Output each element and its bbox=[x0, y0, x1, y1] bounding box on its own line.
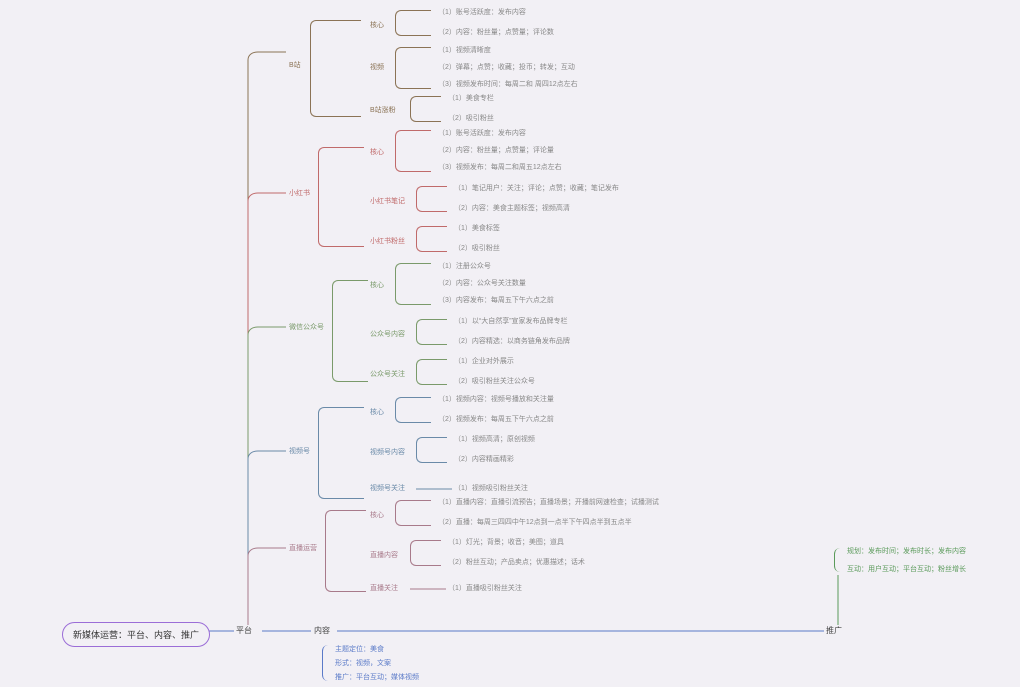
mindmap-canvas: { "root": "新媒体运营：平台、内容、推广", "platform": … bbox=[0, 0, 1020, 687]
node-sph-content[interactable]: 视频号内容 bbox=[370, 447, 405, 457]
leaf: （1）视频清晰度 bbox=[438, 45, 491, 55]
leaf: （2）内容精画精彩 bbox=[454, 454, 514, 464]
node-sph-follow[interactable]: 视频号关注 bbox=[370, 483, 405, 493]
node-xhs[interactable]: 小红书 bbox=[289, 188, 310, 198]
leaf: （1）直播吸引粉丝关注 bbox=[448, 583, 522, 593]
brace bbox=[834, 548, 845, 572]
leaf: （2）吸引粉丝 bbox=[448, 113, 494, 123]
node-bili[interactable]: B站 bbox=[289, 60, 301, 70]
leaf: （1）注册公众号 bbox=[438, 261, 491, 271]
node-wx[interactable]: 微信公众号 bbox=[289, 322, 324, 332]
node-content[interactable]: 内容 bbox=[314, 625, 330, 636]
node-platform[interactable]: 平台 bbox=[236, 625, 252, 636]
leaf: 规划：发布时间；发布时长；发布内容 bbox=[847, 546, 966, 556]
leaf: （2）内容：公众号关注数量 bbox=[438, 278, 526, 288]
brace bbox=[410, 96, 441, 122]
leaf: （1）以“大自然享”宣家发布品牌专栏 bbox=[454, 316, 568, 326]
brace bbox=[416, 359, 447, 385]
leaf: （2）弹幕；点赞；收藏；投币；转发；互动 bbox=[438, 62, 575, 72]
node-wx-follow[interactable]: 公众号关注 bbox=[370, 369, 405, 379]
node-live[interactable]: 直播运营 bbox=[289, 543, 317, 553]
leaf: （2）吸引粉丝关注公众号 bbox=[454, 376, 535, 386]
brace bbox=[416, 186, 447, 212]
leaf: 互动：用户互动；平台互动；粉丝增长 bbox=[847, 564, 966, 574]
brace bbox=[310, 20, 361, 117]
brace bbox=[395, 397, 431, 423]
leaf: 主题定位：美食 bbox=[335, 644, 384, 654]
node-xhs-note[interactable]: 小红书笔记 bbox=[370, 196, 405, 206]
node-sph[interactable]: 视频号 bbox=[289, 446, 310, 456]
node-live-content[interactable]: 直播内容 bbox=[370, 550, 398, 560]
brace bbox=[318, 407, 364, 499]
leaf: （2）内容：粉丝量；点赞量；评论量 bbox=[438, 145, 554, 155]
brace bbox=[395, 47, 431, 89]
leaf: （3）内容发布：每周五下午六点之前 bbox=[438, 295, 554, 305]
leaf: （2）内容精选：以商务链角发布品牌 bbox=[454, 336, 570, 346]
brace bbox=[322, 645, 333, 681]
node-bili-core[interactable]: 核心 bbox=[370, 20, 384, 30]
leaf: （1）直播内容：直播引流预告；直播场景；开播前网速检查；试播测试 bbox=[438, 497, 659, 507]
brace bbox=[395, 263, 431, 305]
leaf: （2）内容：粉丝量；点赞量；评论数 bbox=[438, 27, 554, 37]
leaf: （1）视频吸引粉丝关注 bbox=[454, 483, 528, 493]
brace bbox=[410, 540, 441, 566]
node-live-core[interactable]: 核心 bbox=[370, 510, 384, 520]
node-xhs-core[interactable]: 核心 bbox=[370, 147, 384, 157]
leaf: （1）视频内容：视频号播放和关注量 bbox=[438, 394, 554, 404]
brace bbox=[416, 319, 447, 345]
leaf: （2）直播：每周三四四中午12点到一点半下午四点半到五点半 bbox=[438, 517, 632, 527]
leaf: （1）账号活跃度：发布内容 bbox=[438, 7, 526, 17]
leaf: （1）账号活跃度：发布内容 bbox=[438, 128, 526, 138]
node-bili-growth[interactable]: B站涨粉 bbox=[370, 105, 396, 115]
leaf: （1）美食标签 bbox=[454, 223, 500, 233]
leaf: 推广：平台互动；媒体视频 bbox=[335, 672, 419, 682]
leaf: 形式：视频，文案 bbox=[335, 658, 391, 668]
leaf: （3）视频发布时间：每周二和 周四12点左右 bbox=[438, 79, 578, 89]
node-live-follow[interactable]: 直播关注 bbox=[370, 583, 398, 593]
root-node[interactable]: 新媒体运营：平台、内容、推广 bbox=[62, 622, 210, 647]
leaf: （1）视频高清；原创视频 bbox=[454, 434, 535, 444]
brace bbox=[325, 510, 366, 592]
brace bbox=[395, 500, 431, 526]
leaf: （2）内容：美食主题标签；视频高清 bbox=[454, 203, 570, 213]
brace bbox=[318, 147, 364, 247]
leaf: （1）灯光；背景；收音；美图；道具 bbox=[448, 537, 564, 547]
leaf: （1）企业对外展示 bbox=[454, 356, 514, 366]
leaf: （2）吸引粉丝 bbox=[454, 243, 500, 253]
brace bbox=[416, 226, 447, 252]
brace bbox=[395, 130, 431, 172]
brace bbox=[416, 437, 447, 463]
node-wx-content[interactable]: 公众号内容 bbox=[370, 329, 405, 339]
leaf: （1）笔记用户：关注；评论；点赞；收藏；笔记发布 bbox=[454, 183, 619, 193]
node-sph-core[interactable]: 核心 bbox=[370, 407, 384, 417]
node-promotion[interactable]: 推广 bbox=[826, 625, 842, 636]
brace bbox=[395, 10, 431, 36]
leaf: （1）美食专栏 bbox=[448, 93, 494, 103]
leaf: （3）视频发布：每周二和周五12点左右 bbox=[438, 162, 562, 172]
leaf: （2）视频发布：每周五下午六点之前 bbox=[438, 414, 554, 424]
leaf: （2）粉丝互动；产品卖点；优惠描述；话术 bbox=[448, 557, 585, 567]
node-wx-core[interactable]: 核心 bbox=[370, 280, 384, 290]
brace bbox=[332, 280, 368, 382]
node-xhs-fans[interactable]: 小红书粉丝 bbox=[370, 236, 405, 246]
node-bili-video[interactable]: 视频 bbox=[370, 62, 384, 72]
